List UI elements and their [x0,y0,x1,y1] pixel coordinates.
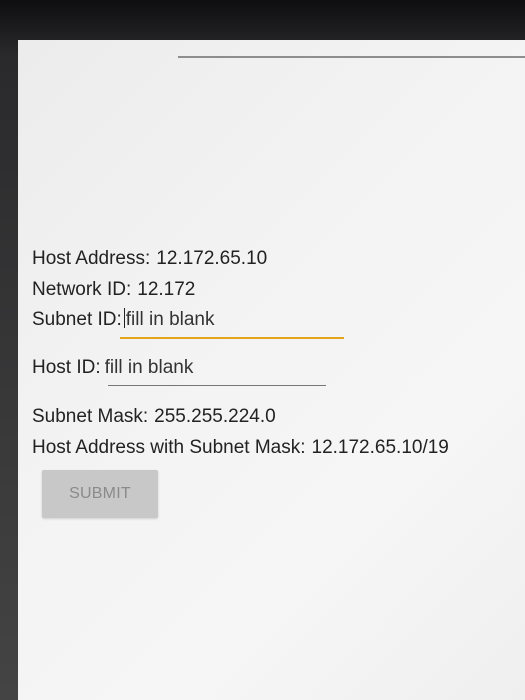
host-address-value: 12.172.65.10 [156,248,268,269]
network-id-value: 12.172 [137,279,196,300]
host-address-label: Host Address: [32,248,151,269]
subnet-form: Host Address: 12.172.65.10 Network ID: 12.… [32,246,502,461]
host-id-row: Host ID: [32,355,502,386]
subnet-mask-label: Subnet Mask: [32,406,149,427]
network-id-label: Network ID: [32,279,132,300]
submit-button[interactable]: SUBMIT [42,470,158,518]
text-caret [123,308,125,328]
network-id-row: Network ID: 12.172 [32,277,502,303]
top-divider [178,56,525,58]
host-with-mask-label: Host Address with Subnet Mask: [32,437,306,458]
screen: Host Address: 12.172.65.10 Network ID: 12.… [18,40,525,700]
host-id-underline [108,385,326,386]
host-id-input[interactable] [104,357,305,379]
subnet-id-input[interactable] [125,309,326,331]
host-with-mask-row: Host Address with Subnet Mask: 12.172.65.… [32,435,502,461]
subnet-id-label: Subnet ID: [32,309,122,330]
subnet-id-row: Subnet ID: [32,307,502,339]
host-address-row: Host Address: 12.172.65.10 [32,246,502,272]
host-id-label: Host ID: [32,357,101,378]
subnet-mask-row: Subnet Mask: 255.255.224.0 [32,404,502,430]
subnet-id-underline [120,337,344,339]
subnet-mask-value: 255.255.224.0 [154,406,276,427]
host-with-mask-value: 12.172.65.10/19 [311,437,449,458]
